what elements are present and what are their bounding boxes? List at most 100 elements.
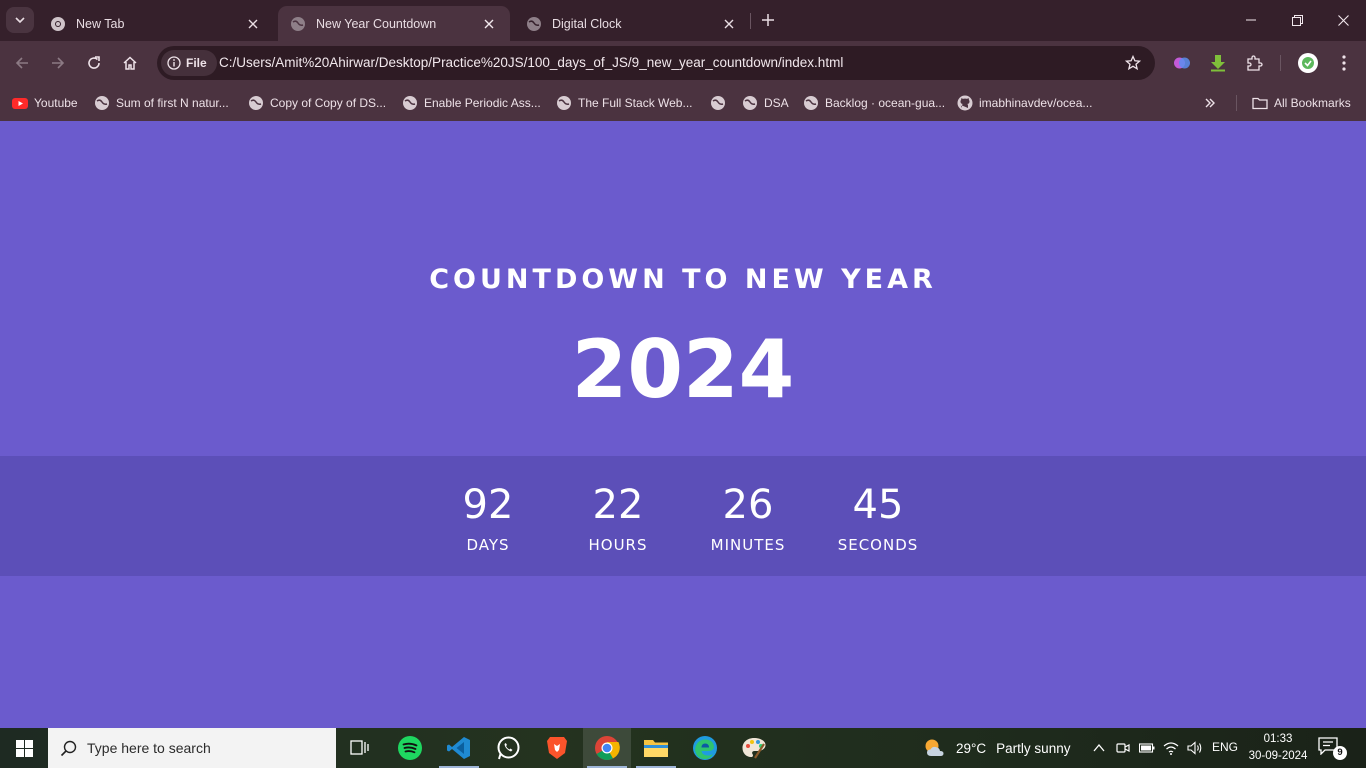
countdown-heading: Countdown to New Year [429, 264, 937, 295]
extension-button[interactable] [1170, 51, 1194, 75]
search-icon [60, 740, 77, 756]
browser-menu-button[interactable] [1332, 51, 1356, 75]
tab-new-tab[interactable]: New Tab [38, 6, 274, 41]
bookmarks-overflow-button[interactable] [1204, 92, 1216, 114]
bookmark-item[interactable]: Enable Periodic Ass... [402, 92, 541, 114]
bookmark-item[interactable]: imabhinavdev/ocea... [957, 92, 1092, 114]
taskbar-app-file-explorer[interactable] [632, 728, 680, 768]
extension-button[interactable] [1206, 51, 1230, 75]
tab-search-button[interactable] [6, 7, 34, 33]
tab-title: New Tab [76, 16, 125, 31]
tab-title: Digital Clock [552, 16, 622, 31]
battery-icon [1139, 743, 1155, 753]
brave-icon [547, 737, 567, 759]
minimize-button[interactable] [1228, 0, 1274, 40]
minutes-value: 26 [722, 482, 774, 528]
tray-volume[interactable] [1186, 739, 1204, 757]
close-icon[interactable] [244, 15, 262, 33]
tray-network[interactable] [1162, 739, 1180, 757]
close-icon[interactable] [480, 15, 498, 33]
seconds-label: Seconds [837, 536, 919, 554]
url-text[interactable]: C:/Users/Amit%20Ahirwar/Desktop/Practice… [219, 55, 843, 70]
extensions-menu-button[interactable] [1242, 51, 1266, 75]
bookmark-star-button[interactable] [1123, 53, 1143, 73]
camera-icon [1116, 743, 1130, 753]
bookmark-item[interactable]: Sum of first N natur... [94, 92, 229, 114]
notification-center-button[interactable]: 9 [1318, 737, 1348, 760]
tab-title: New Year Countdown [316, 16, 437, 31]
bookmark-label: Youtube [34, 96, 78, 110]
taskbar-clock[interactable]: 01:33 30-09-2024 [1244, 731, 1312, 765]
toolbar-separator [1280, 55, 1281, 71]
bookmark-item[interactable]: Youtube [12, 92, 78, 114]
paint-palette-icon [742, 738, 766, 759]
folder-icon [1252, 97, 1268, 110]
spotify-icon [398, 736, 422, 760]
reload-button[interactable] [80, 49, 108, 77]
task-view-icon [350, 740, 369, 755]
tray-meet-now[interactable] [1114, 739, 1132, 757]
bookmark-item[interactable] [710, 92, 732, 114]
arrow-left-icon [15, 57, 28, 69]
seconds-value: 45 [852, 482, 904, 528]
minutes-label: Minutes [710, 536, 786, 554]
globe-icon [804, 96, 818, 110]
taskbar-app-vscode[interactable] [435, 728, 483, 768]
globe-icon [249, 96, 263, 110]
task-view-button[interactable] [336, 728, 384, 768]
taskbar-app-spotify[interactable] [386, 728, 434, 768]
globe-icon [557, 96, 571, 110]
speaker-icon [1187, 741, 1202, 755]
bookmark-item[interactable]: Backlog · ocean-gua... [803, 92, 945, 114]
chrome-icon [51, 16, 65, 31]
countdown-hours: 22 Hours [563, 482, 673, 554]
taskbar-app-brave[interactable] [533, 728, 581, 768]
tab-new-year-countdown[interactable]: New Year Countdown [278, 6, 510, 41]
taskbar-app-whatsapp[interactable] [484, 728, 532, 768]
profile-button[interactable] [1296, 51, 1320, 75]
taskbar-app-paint[interactable] [730, 728, 778, 768]
input-language[interactable]: ENG [1212, 740, 1238, 754]
site-info-chip[interactable]: File [161, 50, 217, 76]
close-icon[interactable] [720, 15, 738, 33]
bookmark-label: DSA [764, 96, 789, 110]
info-icon [167, 56, 181, 70]
close-window-button[interactable] [1320, 0, 1366, 40]
double-chevron-right-icon [1205, 98, 1215, 108]
all-bookmarks-button[interactable]: All Bookmarks [1252, 92, 1351, 114]
show-hidden-icons-button[interactable] [1090, 739, 1108, 757]
wifi-icon [1163, 742, 1179, 755]
globe-icon [527, 16, 541, 31]
new-tab-button[interactable] [757, 9, 779, 31]
countdown-page: Countdown to New Year 2024 92 Days 22 Ho… [0, 121, 1366, 728]
bookmarks-bar: Youtube Sum of first N natur... Copy of … [0, 85, 1366, 121]
taskbar-app-chrome[interactable] [583, 728, 631, 768]
youtube-icon [12, 98, 28, 109]
taskbar-app-edge[interactable] [681, 728, 729, 768]
arrow-right-icon [52, 57, 65, 69]
tab-digital-clock[interactable]: Digital Clock [514, 6, 750, 41]
hours-value: 22 [592, 482, 644, 528]
bookmarks-separator [1236, 95, 1237, 111]
all-bookmarks-label: All Bookmarks [1274, 96, 1351, 110]
bookmark-item[interactable]: Copy of Copy of DS... [248, 92, 386, 114]
start-button[interactable] [0, 728, 48, 768]
weather-widget[interactable]: 29°C Partly sunny [922, 728, 1070, 768]
restore-button[interactable] [1274, 0, 1320, 40]
bookmark-item[interactable]: The Full Stack Web... [556, 92, 693, 114]
taskbar-search-box[interactable]: Type here to search [48, 728, 336, 768]
reload-icon [88, 56, 100, 69]
globe-icon [291, 16, 305, 31]
brain-extension-icon [1174, 57, 1190, 69]
bookmark-item[interactable]: DSA [742, 92, 789, 114]
home-button[interactable] [116, 49, 144, 77]
kebab-menu-icon [1342, 55, 1346, 71]
globe-icon [743, 96, 757, 110]
forward-button[interactable] [44, 49, 72, 77]
back-button[interactable] [8, 49, 36, 77]
tab-separator [750, 13, 751, 29]
address-bar[interactable]: File C:/Users/Amit%20Ahirwar/Desktop/Pra… [157, 46, 1155, 80]
tray-battery[interactable] [1138, 739, 1156, 757]
whatsapp-icon [497, 736, 520, 760]
github-icon [957, 95, 973, 111]
